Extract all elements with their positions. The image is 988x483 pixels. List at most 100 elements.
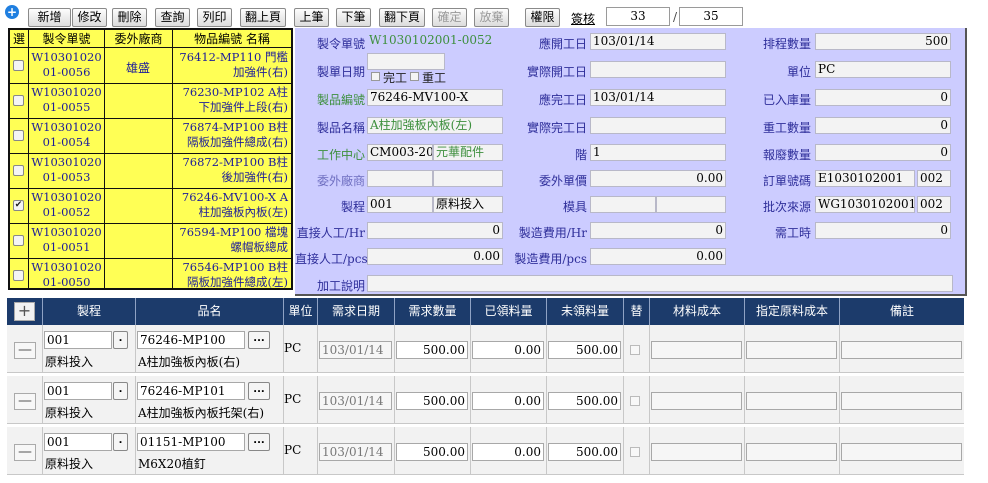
issued-qty-input[interactable]: 0.00 <box>472 443 544 461</box>
process-code-input[interactable]: 001 <box>44 382 112 400</box>
item-lookup-button[interactable]: ... <box>248 433 270 451</box>
specified-cost-input[interactable] <box>746 341 837 359</box>
substitute-checkbox[interactable] <box>630 345 640 355</box>
req-date-input[interactable]: 103/01/14 <box>319 392 392 410</box>
process-code-input[interactable]: 001 <box>367 196 433 213</box>
item-lookup-button[interactable]: ... <box>248 382 270 400</box>
material-cost-input[interactable] <box>651 392 742 410</box>
order-list-row[interactable]: W1030102001-0051 76594-MP100 檔塊螺帽板總成 <box>10 224 291 259</box>
row-select-checkbox[interactable] <box>13 270 24 281</box>
unit-input[interactable]: PC <box>815 61 951 78</box>
complete-checkbox[interactable] <box>371 72 380 81</box>
mfg-cost-hr-input[interactable]: 0 <box>590 222 726 239</box>
query-button[interactable]: 查詢 <box>155 8 190 27</box>
process-lookup-button[interactable]: . <box>113 433 128 451</box>
batch-source-input[interactable]: WG1030102001 <box>815 196 915 213</box>
specified-cost-input[interactable] <box>746 392 837 410</box>
planned-start-input[interactable]: 103/01/14 <box>590 33 726 50</box>
rework-checkbox[interactable] <box>410 72 419 81</box>
remark-input[interactable] <box>841 392 962 410</box>
row-order-no[interactable]: W1030102001-0050 <box>29 260 104 290</box>
remove-row-button[interactable]: — <box>14 342 36 359</box>
delete-button[interactable]: 刪除 <box>112 8 147 27</box>
print-button[interactable]: 列印 <box>197 8 232 27</box>
direct-labor-pcs-input[interactable]: 0.00 <box>367 248 503 265</box>
process-lookup-button[interactable]: . <box>113 382 128 400</box>
row-order-no[interactable]: W1030102001-0053 <box>29 155 104 185</box>
remove-row-button[interactable]: — <box>14 393 36 410</box>
material-cost-input[interactable] <box>651 341 742 359</box>
confirm-button[interactable]: 確定 <box>432 8 467 27</box>
remove-row-button[interactable]: — <box>14 444 36 461</box>
specified-cost-input[interactable] <box>746 443 837 461</box>
substitute-checkbox[interactable] <box>630 447 640 457</box>
page-down-button[interactable]: 翻下頁 <box>379 8 425 27</box>
unissued-qty-input[interactable]: 500.00 <box>548 392 621 410</box>
order-list-row[interactable]: W1030102001-0054 76874-MP100 B柱隔板加強件總成(右) <box>10 119 291 154</box>
unissued-qty-input[interactable]: 500.00 <box>548 443 621 461</box>
required-hours-input[interactable]: 0 <box>815 222 951 239</box>
direct-labor-hr-input[interactable]: 0 <box>367 222 503 239</box>
req-qty-input[interactable]: 500.00 <box>396 392 468 410</box>
row-order-no[interactable]: W1030102001-0054 <box>29 120 104 150</box>
planned-finish-input[interactable]: 103/01/14 <box>590 89 726 106</box>
req-date-input[interactable]: 103/01/14 <box>319 443 392 461</box>
row-select-checkbox[interactable]: ✔ <box>13 200 24 211</box>
cancel-button[interactable]: 放棄 <box>474 8 509 27</box>
req-qty-input[interactable]: 500.00 <box>396 341 468 359</box>
item-code-input[interactable]: 01151-MP100 <box>137 433 245 451</box>
row-select-checkbox[interactable] <box>13 95 24 106</box>
item-code-input[interactable]: 76246-MP100 <box>137 331 245 349</box>
step-input[interactable]: 1 <box>590 144 726 161</box>
item-no-input[interactable]: 76246-MV100-X <box>367 89 503 106</box>
scrap-qty-input[interactable]: 0 <box>815 144 951 161</box>
process-code-input[interactable]: 001 <box>44 331 112 349</box>
item-lookup-button[interactable]: ... <box>248 331 270 349</box>
remark-input[interactable] <box>367 275 953 292</box>
permission-button[interactable]: 權限 <box>525 8 560 27</box>
next-record-button[interactable]: 下筆 <box>336 8 371 27</box>
substitute-checkbox[interactable] <box>630 396 640 406</box>
order-list-row[interactable]: W1030102001-0055 76230-MP102 A柱下加強件上段(右) <box>10 84 291 119</box>
req-date-input[interactable]: 103/01/14 <box>319 341 392 359</box>
mfg-cost-pcs-input[interactable]: 0.00 <box>590 248 726 265</box>
issued-qty-input[interactable]: 0.00 <box>472 392 544 410</box>
row-select-checkbox[interactable] <box>13 60 24 71</box>
row-select-checkbox[interactable] <box>13 130 24 141</box>
row-order-no[interactable]: W1030102001-0051 <box>29 225 104 255</box>
rework-qty-input[interactable]: 0 <box>815 117 951 134</box>
outsource-price-input[interactable]: 0.00 <box>590 170 726 187</box>
row-order-no[interactable]: W1030102001-0052 <box>29 190 104 220</box>
order-list-row[interactable]: W1030102001-0050 76546-MP100 B柱隔板加強件總成(左) <box>10 259 291 294</box>
prev-record-button[interactable]: 上筆 <box>294 8 329 27</box>
sign-off-link[interactable]: 簽核 <box>571 10 595 27</box>
unissued-qty-input[interactable]: 500.00 <box>548 341 621 359</box>
order-date-input[interactable] <box>367 53 445 70</box>
edit-button[interactable]: 修改 <box>72 8 107 27</box>
process-lookup-button[interactable]: . <box>113 331 128 349</box>
item-code-input[interactable]: 76246-MP101 <box>137 382 245 400</box>
material-cost-input[interactable] <box>651 443 742 461</box>
add-record-icon[interactable]: + <box>5 5 19 19</box>
req-qty-input[interactable]: 500.00 <box>396 443 468 461</box>
row-order-no[interactable]: W1030102001-0055 <box>29 85 104 115</box>
issued-qty-input[interactable]: 0.00 <box>472 341 544 359</box>
actual-finish-input[interactable] <box>590 117 726 134</box>
order-list-row[interactable]: ✔ W1030102001-0052 76246-MV100-X A柱加強板內板(左… <box>10 189 291 224</box>
order-list-row[interactable]: W1030102001-0053 76872-MP100 B柱後加強件(右) <box>10 154 291 189</box>
add-row-button[interactable]: + <box>14 302 35 321</box>
sales-order-input[interactable]: E1030102001 <box>815 170 915 187</box>
work-center-code-input[interactable]: CM003-20 <box>367 144 433 161</box>
vendor-code-input[interactable] <box>367 170 433 187</box>
remark-input[interactable] <box>841 443 962 461</box>
actual-start-input[interactable] <box>590 61 726 78</box>
new-button[interactable]: 新增 <box>28 8 71 27</box>
row-order-no[interactable]: W1030102001-0056 <box>29 50 104 80</box>
current-page-input[interactable]: 33 <box>606 7 670 26</box>
row-select-checkbox[interactable] <box>13 165 24 176</box>
order-list-row[interactable]: W1030102001-0056 雄盛 76412-MP110 門檻加強件(右) <box>10 49 291 84</box>
process-code-input[interactable]: 001 <box>44 433 112 451</box>
stocked-qty-input[interactable]: 0 <box>815 89 951 106</box>
scheduled-qty-input[interactable]: 500 <box>815 33 951 50</box>
remark-input[interactable] <box>841 341 962 359</box>
